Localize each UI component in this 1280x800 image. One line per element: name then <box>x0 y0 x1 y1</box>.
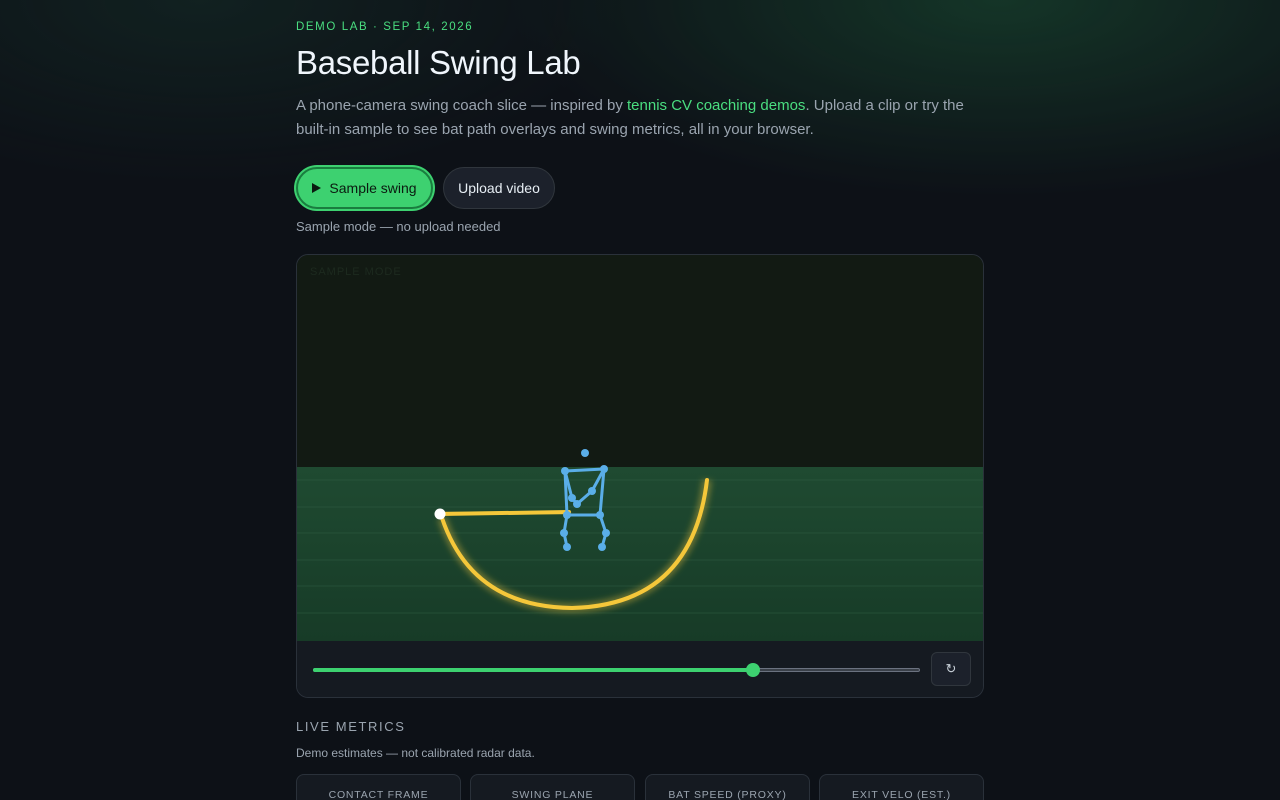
scrub-progress <box>313 668 752 672</box>
intro-text-start: A phone-camera swing coach slice — inspi… <box>296 97 627 114</box>
metric-card-exit-velo: EXIT VELO (EST.) <box>819 774 984 800</box>
intro-text: A phone-camera swing coach slice — inspi… <box>296 94 984 142</box>
metric-label: CONTACT FRAME <box>328 789 429 800</box>
sample-swing-label: Sample swing <box>329 180 417 196</box>
page-title: Baseball Swing Lab <box>296 44 581 81</box>
player-controls: ↻ <box>297 641 983 697</box>
sample-mode-tag: SAMPLE MODE <box>310 266 402 278</box>
bat <box>438 510 571 516</box>
replay-icon: ↻ <box>945 661 957 676</box>
upload-video-label: Upload video <box>458 180 540 196</box>
metric-card-swing-plane: SWING PLANE <box>470 774 635 800</box>
eyebrow: DEMO LAB · SEP 14, 2026 <box>296 21 474 33</box>
metric-label: SWING PLANE <box>511 789 594 800</box>
replay-button[interactable]: ↻ <box>931 652 971 686</box>
metric-cards: CONTACT FRAME SWING PLANE BAT SPEED (PRO… <box>296 774 984 800</box>
play-icon <box>312 183 322 193</box>
scrub-slider[interactable] <box>313 663 920 677</box>
sky-background <box>297 255 983 467</box>
metric-card-bat-speed: BAT SPEED (PROXY) <box>645 774 810 800</box>
metrics-title: LIVE METRICS <box>296 719 406 734</box>
mode-note: Sample mode — no upload needed <box>296 219 501 234</box>
metrics-note: Demo estimates — not calibrated radar da… <box>296 746 535 760</box>
scrub-handle[interactable] <box>745 663 760 677</box>
metric-card-contact-frame: CONTACT FRAME <box>296 774 461 800</box>
swing-overlay <box>297 255 983 641</box>
field-background <box>297 467 983 641</box>
upload-video-button[interactable]: Upload video <box>443 167 555 209</box>
metric-label: BAT SPEED (PROXY) <box>668 789 787 800</box>
bat-tip <box>434 508 446 520</box>
metric-label: EXIT VELO (EST.) <box>852 789 951 800</box>
sample-swing-button[interactable]: Sample swing <box>296 167 433 209</box>
video-stage[interactable]: SAMPLE MODE <box>297 255 983 641</box>
inspiration-link[interactable]: tennis CV coaching demos <box>627 97 805 114</box>
video-player: SAMPLE MODE ↻ <box>296 254 984 698</box>
